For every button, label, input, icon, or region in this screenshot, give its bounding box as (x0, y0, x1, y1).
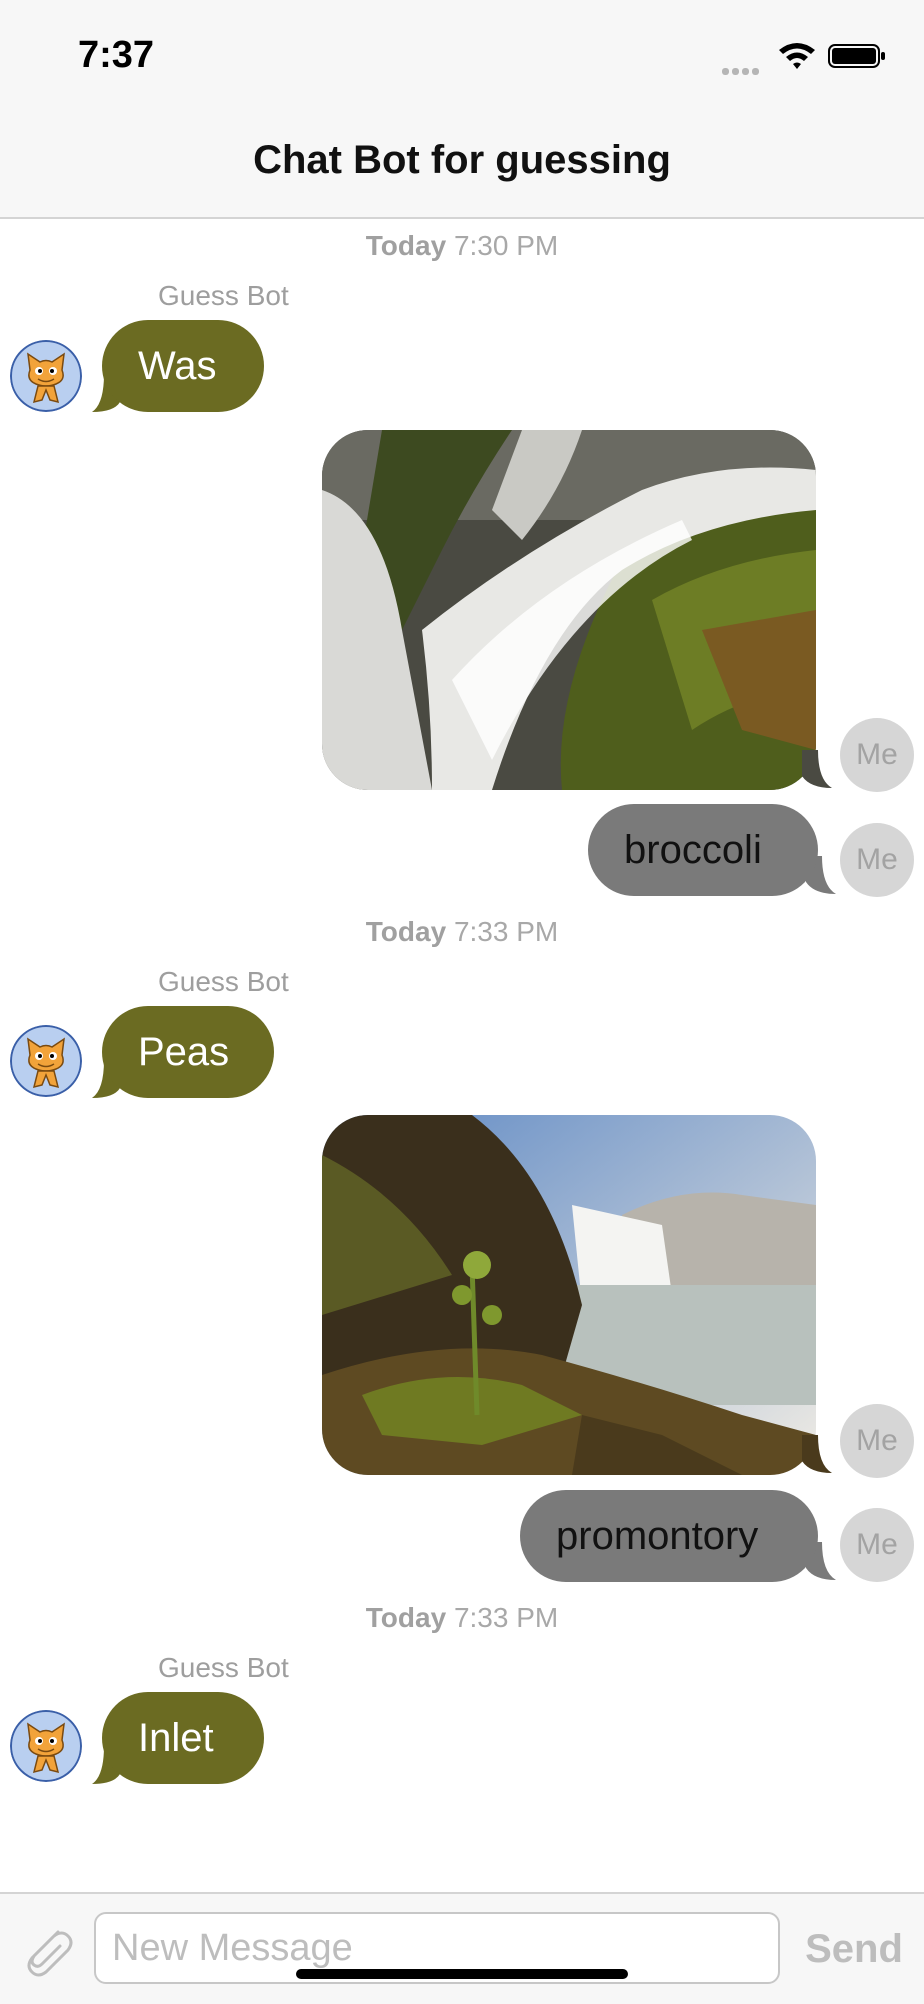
sent-image-waterfall-landscape[interactable] (322, 1115, 816, 1475)
send-button[interactable]: Send (796, 1916, 912, 1982)
waterfall-landscape-image (322, 1115, 816, 1475)
me-avatar[interactable]: Me (840, 1508, 914, 1582)
timestamp: Today 7:30 PM (0, 230, 924, 262)
bot-avatar[interactable] (10, 1710, 82, 1782)
home-indicator (296, 1969, 628, 1979)
wifi-icon (779, 43, 815, 69)
user-message-bubble[interactable]: broccoli (588, 804, 818, 896)
timestamp-time: 7:33 PM (453, 916, 559, 947)
nav-bar: Chat Bot for guessing (0, 110, 924, 219)
bot-message-bubble[interactable]: Was (102, 320, 264, 412)
cellular-signal-icon (722, 62, 766, 75)
me-avatar[interactable]: Me (840, 718, 914, 792)
user-message-bubble[interactable]: promontory (520, 1490, 818, 1582)
me-avatar[interactable]: Me (840, 823, 914, 897)
bot-message-bubble[interactable]: Inlet (102, 1692, 264, 1784)
timestamp-day: Today (365, 230, 447, 261)
battery-icon (828, 44, 885, 68)
sent-image-waterfall-closeup[interactable] (322, 430, 816, 790)
sender-name: Guess Bot (158, 1652, 289, 1683)
timestamp: Today 7:33 PM (0, 916, 924, 948)
user-image-tail (802, 750, 832, 788)
sender-name: Guess Bot (158, 280, 289, 311)
cat-mascot-icon (10, 1710, 82, 1782)
bot-avatar[interactable] (10, 340, 82, 412)
timestamp-day: Today (365, 916, 447, 947)
paperclip-icon[interactable] (18, 1922, 76, 1980)
user-image-tail (802, 1435, 832, 1473)
timestamp-day: Today (365, 1602, 447, 1633)
cat-mascot-icon (10, 1025, 82, 1097)
sender-name: Guess Bot (158, 966, 289, 997)
message-input-bar: Send (0, 1892, 924, 2004)
status-bar: 7:37 (0, 0, 924, 110)
bot-message-bubble[interactable]: Peas (102, 1006, 274, 1098)
me-avatar[interactable]: Me (840, 1404, 914, 1478)
timestamp-time: 7:33 PM (453, 1602, 559, 1633)
cat-mascot-icon (10, 340, 82, 412)
bot-avatar[interactable] (10, 1025, 82, 1097)
timestamp-time: 7:30 PM (453, 230, 559, 261)
page-title: Chat Bot for guessing (253, 138, 671, 182)
timestamp: Today 7:33 PM (0, 1602, 924, 1634)
waterfall-closeup-image (322, 430, 816, 790)
status-time: 7:37 (78, 34, 155, 76)
